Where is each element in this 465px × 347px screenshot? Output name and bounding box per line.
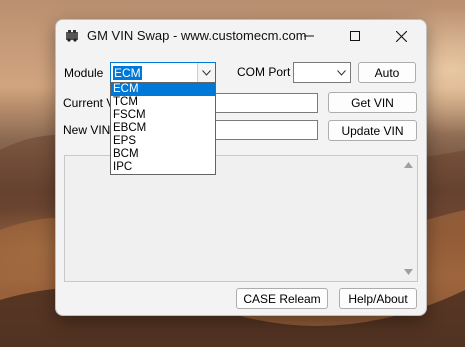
scroll-up-button[interactable]: [403, 160, 414, 170]
maximize-icon: [350, 31, 360, 41]
close-button[interactable]: [378, 20, 424, 52]
chevron-down-icon: [337, 69, 346, 76]
window-title: GM VIN Swap - www.customecm.com: [87, 28, 307, 43]
app-icon: [66, 30, 78, 42]
chevron-down-icon: [202, 69, 211, 76]
app-window: GM VIN Swap - www.customecm.com Module E…: [55, 19, 427, 316]
maximize-button[interactable]: [332, 20, 378, 52]
module-option-fscm[interactable]: FSCM: [111, 109, 215, 122]
update-vin-button[interactable]: Update VIN: [328, 120, 417, 141]
get-vin-button[interactable]: Get VIN: [328, 92, 417, 113]
title-bar[interactable]: GM VIN Swap - www.customecm.com: [56, 20, 426, 52]
auto-button[interactable]: Auto: [358, 62, 416, 83]
module-option-bcm[interactable]: BCM: [111, 148, 215, 161]
module-selected-value: ECM: [113, 66, 142, 80]
module-option-ebcm[interactable]: EBCM: [111, 122, 215, 135]
triangle-up-icon: [404, 162, 413, 168]
scroll-down-button[interactable]: [403, 267, 414, 277]
com-port-label: COM Port: [237, 65, 291, 79]
module-option-eps[interactable]: EPS: [111, 135, 215, 148]
module-option-ecm[interactable]: ECM: [111, 83, 215, 96]
module-select[interactable]: ECM: [110, 62, 216, 83]
module-label: Module: [64, 66, 104, 80]
minimize-icon: [304, 35, 314, 37]
help-about-button[interactable]: Help/About: [339, 288, 417, 309]
com-port-select[interactable]: [293, 62, 351, 83]
minimize-button[interactable]: [286, 20, 332, 52]
triangle-down-icon: [404, 269, 413, 275]
module-dropdown-button[interactable]: [197, 63, 215, 82]
close-icon: [395, 30, 407, 42]
com-port-dropdown-button[interactable]: [333, 63, 350, 82]
module-option-tcm[interactable]: TCM: [111, 96, 215, 109]
module-dropdown-list[interactable]: ECM TCM FSCM EBCM EPS BCM IPC: [110, 82, 216, 175]
module-option-ipc[interactable]: IPC: [111, 161, 215, 174]
new-vin-label: New VIN: [63, 123, 111, 137]
case-relearn-button[interactable]: CASE Releam: [236, 288, 328, 309]
